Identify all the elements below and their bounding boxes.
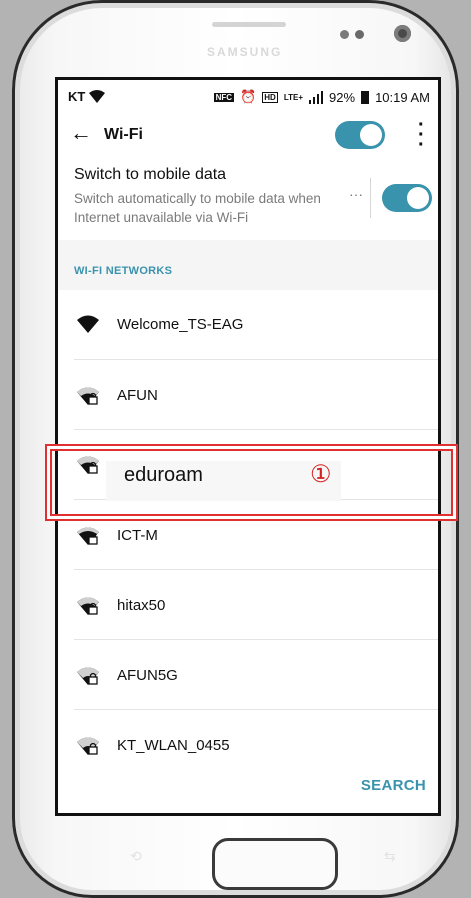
wifi-locked-icon: [77, 737, 99, 755]
status-right: NFC ⏰ HD LTE+ 92% 10:19 AM: [213, 89, 430, 105]
network-name: AFUN: [117, 387, 158, 404]
wifi-locked-icon: [77, 597, 99, 615]
speaker-grille: [212, 22, 286, 27]
status-left: KT: [68, 89, 106, 104]
status-bar: KT NFC ⏰ HD LTE+ 92% 10:19 AM: [58, 80, 438, 112]
hardware-recent-icon[interactable]: ⇆: [384, 848, 396, 865]
annotation-highlight-box: [45, 444, 458, 521]
hardware-back-icon[interactable]: ⟲: [130, 848, 142, 865]
carrier-label: KT: [68, 89, 86, 104]
signal-icon: [309, 90, 324, 104]
wifi-toggle[interactable]: [335, 121, 385, 149]
network-row-afun[interactable]: AFUN: [58, 360, 438, 430]
app-bar: ← Wi-Fi · · ·: [58, 112, 438, 158]
home-button[interactable]: [212, 838, 338, 890]
switch-to-mobile-data-row[interactable]: Switch to mobile data Switch automatical…: [58, 158, 438, 240]
wifi-full-icon: [77, 315, 99, 333]
annotation-number: ①: [310, 461, 332, 488]
network-row-hitax50[interactable]: hitax50: [58, 570, 438, 640]
back-arrow-icon[interactable]: ←: [70, 122, 92, 144]
light-sensor: [355, 30, 364, 39]
network-row-welcome-ts-eag[interactable]: Welcome_TS-EAG: [58, 290, 438, 360]
network-name: ICT-M: [117, 527, 158, 544]
mobile-data-toggle[interactable]: [382, 184, 432, 212]
network-name: AFUN5G: [117, 667, 178, 684]
network-name: Welcome_TS-EAG: [117, 316, 244, 333]
wifi-status-icon: [89, 90, 106, 103]
network-row-afun5g[interactable]: AFUN5G: [58, 640, 438, 710]
mobile-data-more-icon[interactable]: ···: [349, 186, 363, 202]
hd-voice-icon: HD: [262, 91, 278, 103]
alarm-icon: ⏰: [240, 89, 257, 104]
page-title: Wi-Fi: [104, 126, 143, 143]
mobile-data-subtitle: Switch automatically to mobile data when…: [74, 191, 321, 225]
wifi-locked-icon: [77, 527, 99, 545]
section-label: WI-FI NETWORKS: [74, 265, 173, 277]
mobile-data-title: Switch to mobile data: [74, 166, 227, 183]
proximity-sensor: [340, 30, 349, 39]
network-name: KT_WLAN_0455: [117, 737, 230, 754]
vertical-divider: [370, 178, 371, 218]
search-button[interactable]: SEARCH: [361, 777, 426, 794]
network-name: hitax50: [117, 597, 166, 614]
brand-logo: SAMSUNG: [207, 45, 283, 59]
clock: 10:19 AM: [375, 89, 430, 105]
bottom-action-bar: SEARCH: [58, 756, 438, 813]
front-camera: [394, 25, 411, 42]
battery-percent: 92%: [329, 89, 356, 105]
more-options-icon[interactable]: · · ·: [418, 115, 425, 155]
wifi-locked-icon: [77, 387, 99, 405]
wifi-locked-icon: [77, 667, 99, 685]
nfc-icon: NFC: [213, 92, 235, 102]
wifi-networks-header: WI-FI NETWORKS: [58, 240, 438, 290]
battery-icon: [361, 91, 370, 104]
lte-icon: LTE+: [283, 92, 304, 102]
